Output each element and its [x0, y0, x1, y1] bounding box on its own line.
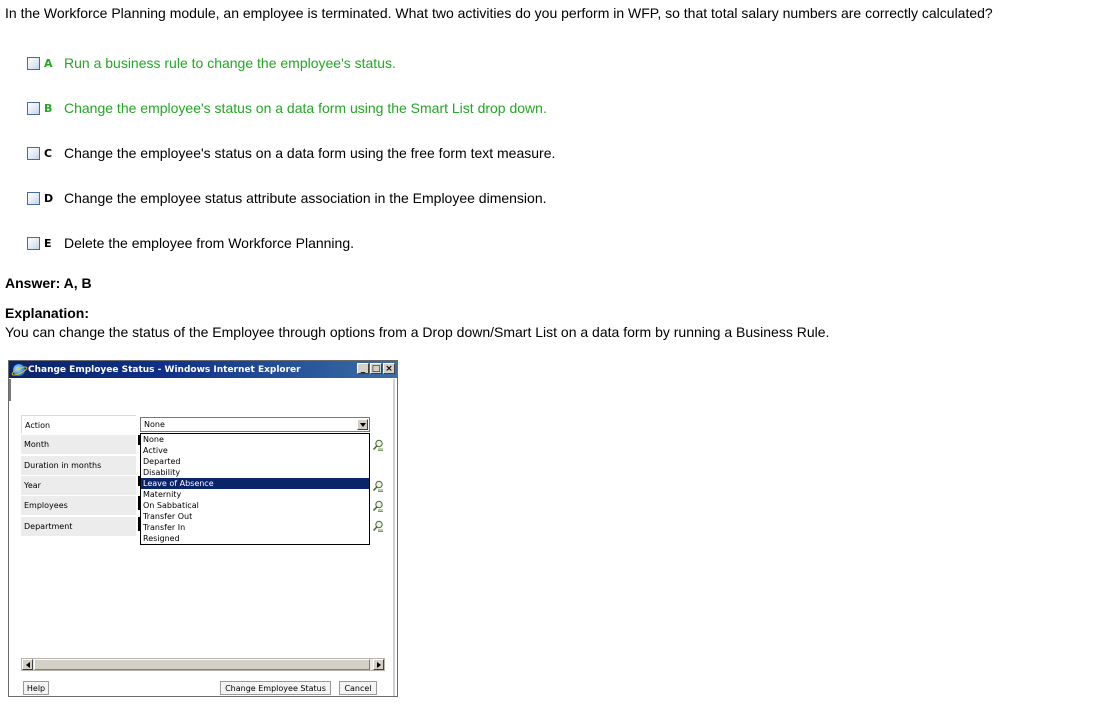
option-d-text: Change the employee status attribute ass… — [64, 190, 547, 206]
option-c-letter: C — [44, 146, 53, 160]
checkbox-c[interactable] — [27, 146, 40, 160]
option-e-letter: E — [44, 236, 52, 250]
option-b-letter: B — [44, 101, 53, 115]
label-month: Month — [21, 435, 136, 454]
close-icon[interactable]: × — [383, 363, 395, 374]
action-select-value: None — [144, 420, 165, 429]
dropdown-option-transfer-in[interactable]: Transfer In — [141, 522, 369, 533]
help-button[interactable]: Help — [23, 681, 49, 695]
member-selector-icon[interactable] — [372, 439, 384, 451]
option-a-text: Run a business rule to change the employ… — [64, 55, 396, 71]
question-text: In the Workforce Planning module, an emp… — [5, 5, 993, 21]
answer-text: Answer: A, B — [5, 275, 92, 291]
action-select[interactable]: None — [140, 417, 370, 432]
option-e[interactable]: E Delete the employee from Workforce Pla… — [27, 234, 354, 252]
dropdown-option-transfer-out[interactable]: Transfer Out — [141, 511, 369, 522]
label-employees: Employees — [21, 496, 136, 515]
option-d[interactable]: D Change the employee status attribute a… — [27, 189, 547, 207]
checkbox-d[interactable] — [27, 191, 40, 205]
dialog-title: Change Employee Status - Windows Interne… — [28, 364, 301, 375]
option-b-text: Change the employee's status on a data f… — [64, 100, 547, 116]
checkbox-a[interactable] — [27, 56, 40, 70]
dropdown-option-maternity[interactable]: Maternity — [141, 489, 369, 500]
cancel-button[interactable]: Cancel — [339, 681, 377, 695]
dropdown-option-on-sabbatical[interactable]: On Sabbatical — [141, 500, 369, 511]
member-selector-icon[interactable] — [372, 500, 384, 512]
change-employee-status-button[interactable]: Change Employee Status — [220, 681, 331, 695]
horizontal-scrollbar[interactable] — [21, 658, 385, 671]
option-a-letter: A — [44, 56, 53, 70]
scrollbar-thumb[interactable] — [34, 659, 370, 670]
label-action: Action — [21, 415, 136, 434]
maximize-icon[interactable]: □ — [370, 363, 382, 374]
member-selector-icon[interactable] — [372, 480, 384, 492]
explanation-text: You can change the status of the Employe… — [5, 324, 830, 340]
dropdown-arrow-icon[interactable] — [357, 419, 368, 430]
label-department: Department — [21, 517, 136, 536]
dropdown-option-disability[interactable]: Disability — [141, 467, 369, 478]
action-dropdown-list[interactable]: None Active Departed Disability Leave of… — [140, 433, 370, 545]
label-duration: Duration in months — [21, 456, 136, 475]
option-e-text: Delete the employee from Workforce Plann… — [64, 235, 354, 251]
ie-dialog-screenshot: Change Employee Status - Windows Interne… — [8, 360, 398, 697]
option-c[interactable]: C Change the employee's status on a data… — [27, 144, 555, 162]
option-d-letter: D — [44, 191, 54, 205]
option-a[interactable]: A Run a business rule to change the empl… — [27, 54, 396, 72]
option-c-text: Change the employee's status on a data f… — [64, 145, 556, 161]
option-b[interactable]: B Change the employee's status on a data… — [27, 99, 547, 117]
explanation-heading: Explanation: — [5, 305, 90, 321]
dialog-titlebar: Change Employee Status - Windows Interne… — [9, 361, 397, 378]
scroll-right-icon[interactable] — [373, 659, 384, 670]
checkbox-e[interactable] — [27, 236, 40, 250]
dropdown-option-resigned[interactable]: Resigned — [141, 533, 369, 544]
dropdown-option-departed[interactable]: Departed — [141, 456, 369, 467]
window-edge — [9, 379, 11, 401]
minimize-icon[interactable]: _ — [357, 363, 369, 374]
dropdown-option-none[interactable]: None — [141, 434, 369, 445]
scroll-left-icon[interactable] — [22, 659, 33, 670]
dropdown-option-leave-of-absence[interactable]: Leave of Absence — [141, 478, 369, 489]
label-year: Year — [21, 476, 136, 495]
checkbox-b[interactable] — [27, 101, 40, 115]
member-selector-icon[interactable] — [372, 520, 384, 532]
ie-logo-icon — [13, 363, 25, 376]
dropdown-option-active[interactable]: Active — [141, 445, 369, 456]
window-edge-right — [393, 379, 395, 696]
